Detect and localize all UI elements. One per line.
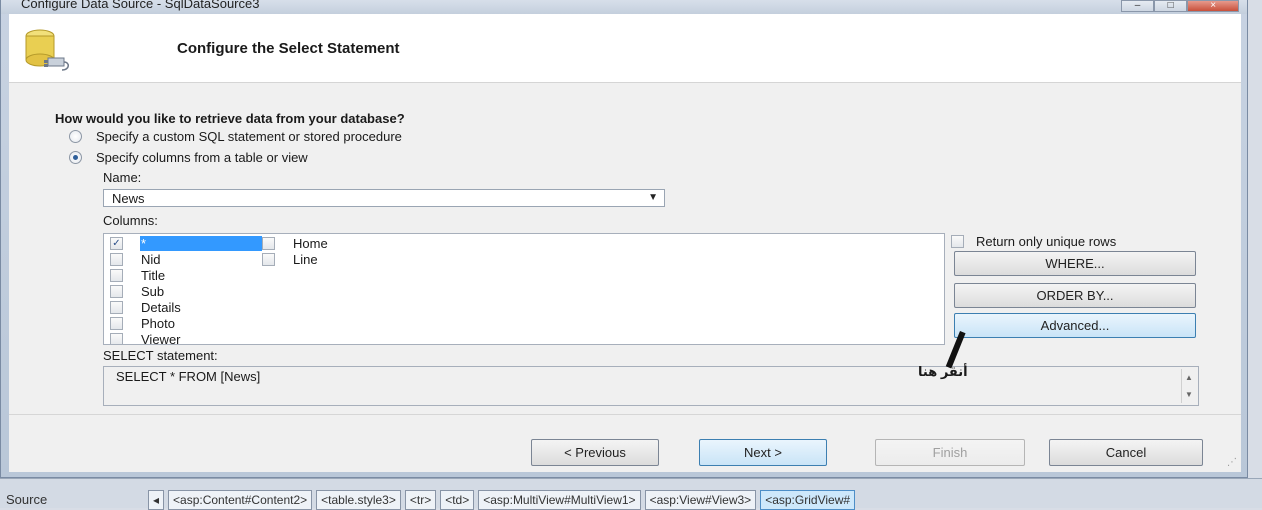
- scroll-up-icon[interactable]: ▲: [1182, 369, 1196, 386]
- column-label: Sub: [141, 284, 165, 299]
- wizard-content: Configure the Select Statement How would…: [9, 14, 1241, 472]
- table-name-select[interactable]: News ▼: [103, 189, 665, 207]
- column-item-viewer[interactable]: Viewer: [110, 332, 181, 345]
- wizard-header: Configure the Select Statement: [9, 14, 1241, 83]
- table-columns-option[interactable]: Specify columns from a table or view: [69, 150, 308, 165]
- advanced-button[interactable]: Advanced...: [954, 313, 1196, 338]
- next-button[interactable]: Next >: [699, 439, 827, 466]
- column-label: Details: [141, 300, 181, 315]
- column-checkbox-sub[interactable]: [110, 285, 123, 298]
- minimize-button[interactable]: –: [1121, 0, 1155, 12]
- cancel-button[interactable]: Cancel: [1049, 439, 1203, 466]
- order-by-button[interactable]: ORDER BY...: [954, 283, 1196, 308]
- select-statement-text: SELECT * FROM [News]: [116, 369, 261, 384]
- column-label: Home: [293, 236, 328, 251]
- retrieve-question: How would you like to retrieve data from…: [55, 111, 405, 126]
- source-tab[interactable]: Source: [6, 492, 47, 507]
- table-columns-radio[interactable]: [69, 151, 82, 164]
- column-label: Line: [293, 252, 318, 267]
- maximize-button[interactable]: □: [1154, 0, 1188, 12]
- annotation-text: أنقر هنا: [918, 364, 968, 379]
- column-checkbox-viewer[interactable]: [110, 333, 123, 344]
- unique-rows-checkbox[interactable]: [951, 235, 964, 248]
- unique-rows-option[interactable]: Return only unique rows: [951, 234, 1116, 249]
- column-item-star[interactable]: ✓ *: [110, 236, 262, 251]
- window-controls: – □ ×: [1121, 0, 1239, 12]
- column-label: *: [141, 236, 147, 251]
- breadcrumb-item[interactable]: <asp:MultiView#MultiView1>: [478, 490, 641, 510]
- column-label: Viewer: [141, 332, 181, 345]
- select-statement-box[interactable]: SELECT * FROM [News] ▲ ▼: [103, 366, 1199, 406]
- scroll-down-icon[interactable]: ▼: [1182, 386, 1196, 403]
- columns-label: Columns:: [103, 213, 158, 228]
- resize-grip-icon[interactable]: ⋰: [1227, 457, 1237, 468]
- page-title: Configure the Select Statement: [177, 40, 400, 57]
- column-checkbox-photo[interactable]: [110, 317, 123, 330]
- breadcrumb-item-active[interactable]: <asp:GridView#: [760, 490, 856, 510]
- column-label: Photo: [141, 316, 175, 331]
- column-checkbox-home[interactable]: [262, 237, 275, 250]
- statement-scrollbar[interactable]: ▲ ▼: [1181, 369, 1196, 403]
- column-label: Title: [141, 268, 166, 283]
- column-item-nid[interactable]: Nid: [110, 252, 161, 267]
- column-label: Nid: [141, 252, 161, 267]
- column-checkbox-nid[interactable]: [110, 253, 123, 266]
- breadcrumb: ◂ <asp:Content#Content2> <table.style3> …: [148, 490, 856, 510]
- table-columns-label: Specify columns from a table or view: [96, 150, 308, 165]
- window-title: Configure Data Source - SqlDataSource3: [21, 0, 260, 11]
- previous-button[interactable]: < Previous: [531, 439, 659, 466]
- breadcrumb-item[interactable]: <td>: [440, 490, 475, 510]
- column-item-line[interactable]: Line: [262, 252, 318, 267]
- column-item-sub[interactable]: Sub: [110, 284, 164, 299]
- breadcrumb-item[interactable]: <asp:View#View3>: [644, 490, 757, 510]
- select-statement-label: SELECT statement:: [103, 348, 218, 363]
- database-icon: [25, 29, 69, 71]
- breadcrumb-item[interactable]: <tr>: [404, 490, 437, 510]
- column-checkbox-line[interactable]: [262, 253, 275, 266]
- column-item-details[interactable]: Details: [110, 300, 181, 315]
- column-item-title[interactable]: Title: [110, 268, 165, 283]
- title-bar[interactable]: Configure Data Source - SqlDataSource3 –…: [1, 0, 1247, 14]
- chevron-down-icon[interactable]: ▼: [648, 192, 658, 203]
- custom-sql-radio[interactable]: [69, 130, 82, 143]
- columns-list[interactable]: ✓ * Nid Title Sub Details Photo Viewer H…: [103, 233, 945, 345]
- breadcrumb-item[interactable]: <asp:Content#Content2>: [168, 490, 313, 510]
- footer-divider: [9, 414, 1241, 415]
- close-button[interactable]: ×: [1187, 0, 1239, 12]
- column-checkbox-details[interactable]: [110, 301, 123, 314]
- column-item-home[interactable]: Home: [262, 236, 328, 251]
- configure-data-source-window: Configure Data Source - SqlDataSource3 –…: [0, 0, 1248, 478]
- editor-status-bar: Source ◂ <asp:Content#Content2> <table.s…: [0, 478, 1262, 510]
- wizard-body: How would you like to retrieve data from…: [9, 83, 1241, 472]
- breadcrumb-item[interactable]: <table.style3>: [316, 490, 401, 510]
- column-checkbox-star[interactable]: ✓: [110, 237, 123, 250]
- column-checkbox-title[interactable]: [110, 269, 123, 282]
- column-item-photo[interactable]: Photo: [110, 316, 175, 331]
- finish-button: Finish: [875, 439, 1025, 466]
- where-button[interactable]: WHERE...: [954, 251, 1196, 276]
- table-name-value: News: [112, 190, 145, 206]
- name-label: Name:: [103, 170, 142, 185]
- breadcrumb-scroll-left[interactable]: ◂: [148, 490, 165, 510]
- custom-sql-label: Specify a custom SQL statement or stored…: [96, 129, 402, 144]
- unique-rows-label: Return only unique rows: [976, 234, 1117, 249]
- custom-sql-option[interactable]: Specify a custom SQL statement or stored…: [69, 129, 402, 144]
